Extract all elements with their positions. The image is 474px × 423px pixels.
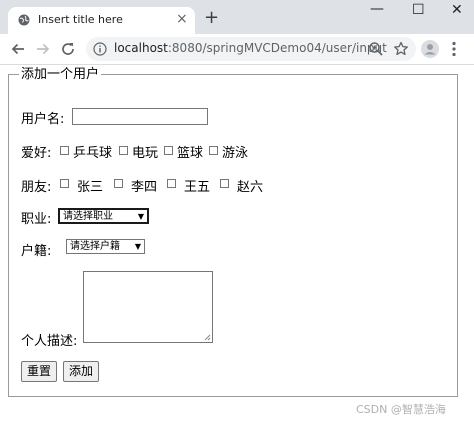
info-icon[interactable] — [93, 42, 107, 56]
page-content: 添加一个用户 用户名: 爱好: 乒乓球 电玩 篮球 游泳 朋友: 张三 李四 王… — [0, 65, 474, 423]
hobby-option-label: 游泳 — [222, 146, 249, 161]
reset-button[interactable]: 重置 — [21, 361, 57, 382]
resize-handle-icon[interactable] — [204, 334, 211, 341]
new-tab-icon[interactable]: + — [204, 9, 219, 27]
form-legend: 添加一个用户 — [19, 67, 102, 82]
chevron-down-icon: ▼ — [134, 242, 141, 251]
friend-checkbox-0[interactable] — [60, 179, 69, 188]
active-tab[interactable]: Insert title here × — [8, 7, 195, 34]
hobby-checkbox-0[interactable] — [60, 146, 69, 155]
description-textarea[interactable] — [83, 271, 213, 343]
job-selected-value: 请选择职业 — [63, 211, 113, 222]
tab-strip: Insert title here × + — ☐ ✕ — [0, 0, 474, 34]
hobby-checkbox-1[interactable] — [119, 146, 128, 155]
url-path: :8080/springMVCDemo04/user/input — [167, 41, 387, 55]
hobby-option-label: 乒乓球 — [73, 146, 113, 161]
back-icon[interactable] — [9, 40, 27, 58]
watermark: CSDN @智慧浩海 — [356, 403, 446, 416]
address-bar[interactable]: localhost:8080/springMVCDemo04/user/inpu… — [86, 37, 416, 61]
chevron-down-icon: ▼ — [137, 212, 144, 221]
description-label: 个人描述: — [21, 334, 78, 349]
maximize-icon[interactable]: ☐ — [412, 3, 425, 17]
friend-checkbox-2[interactable] — [167, 179, 176, 188]
tab-title: Insert title here — [38, 13, 123, 26]
job-label: 职业: — [21, 212, 52, 227]
friend-checkbox-1[interactable] — [114, 179, 123, 188]
forward-icon[interactable] — [34, 40, 52, 58]
url-text: localhost:8080/springMVCDemo04/user/inpu… — [114, 41, 387, 55]
close-window-icon[interactable]: ✕ — [451, 3, 463, 17]
globe-icon — [18, 14, 30, 26]
friends-label: 朋友: — [21, 180, 52, 195]
username-label: 用户名: — [21, 112, 65, 127]
profile-icon[interactable] — [421, 40, 439, 58]
hobby-option-label: 篮球 — [177, 146, 204, 161]
close-tab-icon[interactable]: × — [176, 12, 188, 26]
friend-option-label: 赵六 — [237, 180, 264, 195]
hometown-selected-value: 请选择户籍 — [70, 241, 120, 252]
submit-button[interactable]: 添加 — [63, 361, 99, 382]
hobby-checkbox-2[interactable] — [164, 146, 173, 155]
hometown-select[interactable]: 请选择户籍 ▼ — [66, 239, 145, 254]
job-select[interactable]: 请选择职业 ▼ — [58, 208, 149, 224]
friend-checkbox-3[interactable] — [220, 179, 229, 188]
reload-icon[interactable] — [59, 40, 77, 58]
username-field[interactable] — [72, 108, 208, 125]
url-host: localhost — [114, 41, 168, 55]
friend-option-label: 李四 — [131, 180, 158, 195]
browser-toolbar: localhost:8080/springMVCDemo04/user/inpu… — [0, 34, 474, 65]
hometown-label: 户籍: — [21, 244, 52, 259]
friend-option-label: 张三 — [77, 180, 104, 195]
browser-window: Insert title here × + — ☐ ✕ localhost:80… — [0, 0, 474, 423]
zoom-icon[interactable] — [368, 41, 384, 57]
hobby-option-label: 电玩 — [132, 146, 159, 161]
friend-option-label: 王五 — [184, 180, 211, 195]
hobby-checkbox-3[interactable] — [209, 146, 218, 155]
hobby-label: 爱好: — [21, 146, 52, 161]
menu-icon[interactable] — [452, 41, 456, 57]
minimize-icon[interactable]: — — [370, 2, 384, 16]
star-icon[interactable] — [393, 41, 409, 57]
